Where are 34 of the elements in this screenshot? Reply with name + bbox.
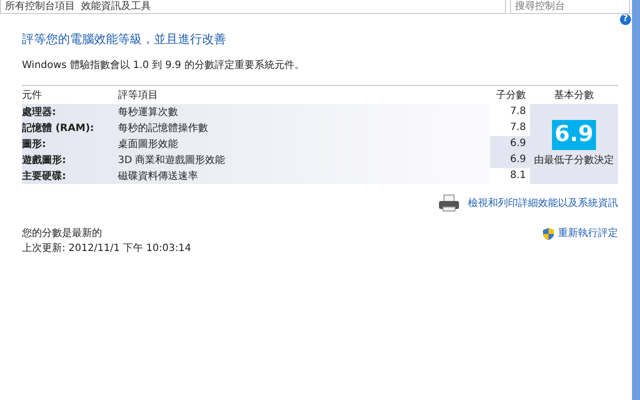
column-header: 評等項目 bbox=[118, 88, 159, 102]
status-text: 您的分數是最新的 bbox=[22, 226, 103, 241]
table-cell-text: 每秒的記憶體操作數 bbox=[118, 122, 209, 136]
last-update-text: 上次更新: 2012/11/1 下午 10:03:14 bbox=[22, 242, 192, 256]
base-score-note: 由最低子分數決定 bbox=[534, 154, 614, 168]
subscore-cell: 6.9 bbox=[490, 152, 530, 168]
table-cell-text: 桌面圖形效能 bbox=[118, 138, 179, 152]
subscore-cell: 8.1 bbox=[490, 168, 530, 184]
search-field[interactable]: 搜尋控制台 bbox=[510, 0, 630, 14]
base-score-tile: 6.9 bbox=[552, 120, 596, 150]
help-button[interactable]: ? bbox=[620, 14, 631, 25]
page-heading: 評等您的電腦效能等級，並且進行改善 bbox=[22, 31, 227, 48]
table-cell-text: 圖形: bbox=[22, 138, 47, 152]
breadcrumb-item[interactable]: 效能資訊及工具 bbox=[81, 0, 151, 14]
subscore-cell: 6.9 bbox=[490, 136, 530, 152]
description-text: Windows 體驗指數會以 1.0 到 9.9 的分數評定重要系統元件。 bbox=[22, 58, 306, 73]
printer-icon bbox=[438, 194, 460, 212]
subscore-cell: 7.8 bbox=[490, 120, 530, 136]
column-header: 基本分數 bbox=[553, 88, 595, 102]
print-details-link[interactable]: 檢視和列印詳細效能以及系統資訊 bbox=[468, 196, 618, 210]
shield-icon bbox=[543, 228, 554, 240]
table-cell-text: 每秒運算次數 bbox=[118, 106, 179, 120]
table-cell-text: 處理器: bbox=[22, 106, 57, 120]
breadcrumb-item[interactable]: 所有控制台項目 bbox=[5, 0, 75, 14]
subscore-cell: 7.8 bbox=[490, 104, 530, 120]
address-bar[interactable]: 所有控制台項目 效能資訊及工具 bbox=[0, 0, 506, 14]
column-header: 子分數 bbox=[495, 88, 527, 102]
table-cell-text: 記憶體 (RAM): bbox=[22, 122, 96, 136]
rerun-assessment-link[interactable]: 重新執行評定 bbox=[558, 226, 618, 241]
table-cell-text: 3D 商業和遊戲圖形效能 bbox=[118, 154, 226, 168]
column-header: 元件 bbox=[22, 88, 43, 102]
table-cell-text: 主要硬碟: bbox=[22, 169, 67, 184]
table-cell-text: 磁碟資料傳送速率 bbox=[118, 170, 199, 184]
table-cell-text: 遊戲圖形: bbox=[22, 154, 67, 168]
